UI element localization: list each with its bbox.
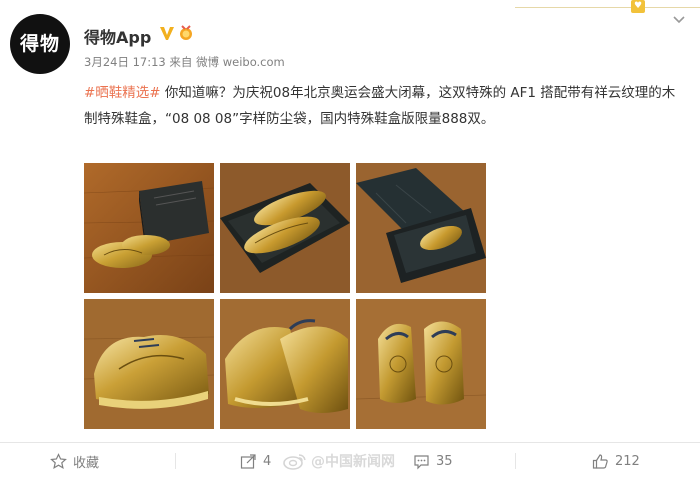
action-separator [515,453,516,469]
gallery-image-3[interactable] [356,163,486,293]
post-meta: 3月24日 17:13 来自 微博 weibo.com [84,54,285,70]
forward-count: 4 [263,453,272,469]
forward-button[interactable]: 4 [240,443,271,479]
shoe-heel-photo-icon [220,299,350,429]
favorite-label: 收藏 [73,455,100,471]
shoe-back-photo-icon [356,299,486,429]
post-date[interactable]: 3月24日 17:13 [84,55,166,69]
star-icon [50,452,67,469]
gallery-image-4[interactable] [84,299,214,429]
favorite-button[interactable]: 收藏 [50,443,99,479]
shoe-box-photo-icon [84,163,214,293]
image-gallery [84,163,488,431]
post-text: #晒鞋精选# 你知道嘛？为庆祝08年北京奥运会盛大闭幕，这双特殊的 AF1 搭配… [84,80,684,132]
gallery-image-2[interactable] [220,163,350,293]
watermark-text: @中国新闻网 [311,454,395,470]
action-separator [175,453,176,469]
gallery-image-5[interactable] [220,299,350,429]
comment-count: 35 [436,453,453,469]
gallery-image-1[interactable] [84,163,214,293]
verified-v-icon[interactable] [159,25,175,41]
post-source[interactable]: 微博 weibo.com [196,55,285,69]
gallery-image-6[interactable] [356,299,486,429]
hashtag-link[interactable]: #晒鞋精选# [84,85,161,101]
shoes-in-box-photo-icon [220,163,350,293]
comment-icon [414,454,429,469]
post-body: 你知道嘛？为庆祝08年北京奥运会盛大闭幕，这双特殊的 AF1 搭配带有祥云纹理的… [84,85,676,127]
thumbs-up-icon [592,453,608,469]
top-badge-icon: ♥ [631,0,645,13]
medal-icon[interactable] [178,24,194,42]
comment-button[interactable]: 35 [413,443,453,479]
user-name[interactable]: 得物App [84,24,151,48]
watermark: @中国新闻网 [283,443,395,479]
like-count: 212 [615,453,640,469]
chevron-down-icon[interactable] [672,12,686,26]
like-button[interactable]: 212 [592,443,640,479]
user-badges [159,24,194,42]
weibo-logo-icon [283,454,306,470]
action-bar: 收藏 4 @中国新闻网 35 212 [0,443,700,479]
open-box-photo-icon [356,163,486,293]
source-prefix: 来自 [169,55,193,69]
shoe-side-photo-icon [84,299,214,429]
avatar[interactable]: 得物 [10,14,70,74]
top-line [515,7,700,8]
forward-icon [240,453,256,469]
